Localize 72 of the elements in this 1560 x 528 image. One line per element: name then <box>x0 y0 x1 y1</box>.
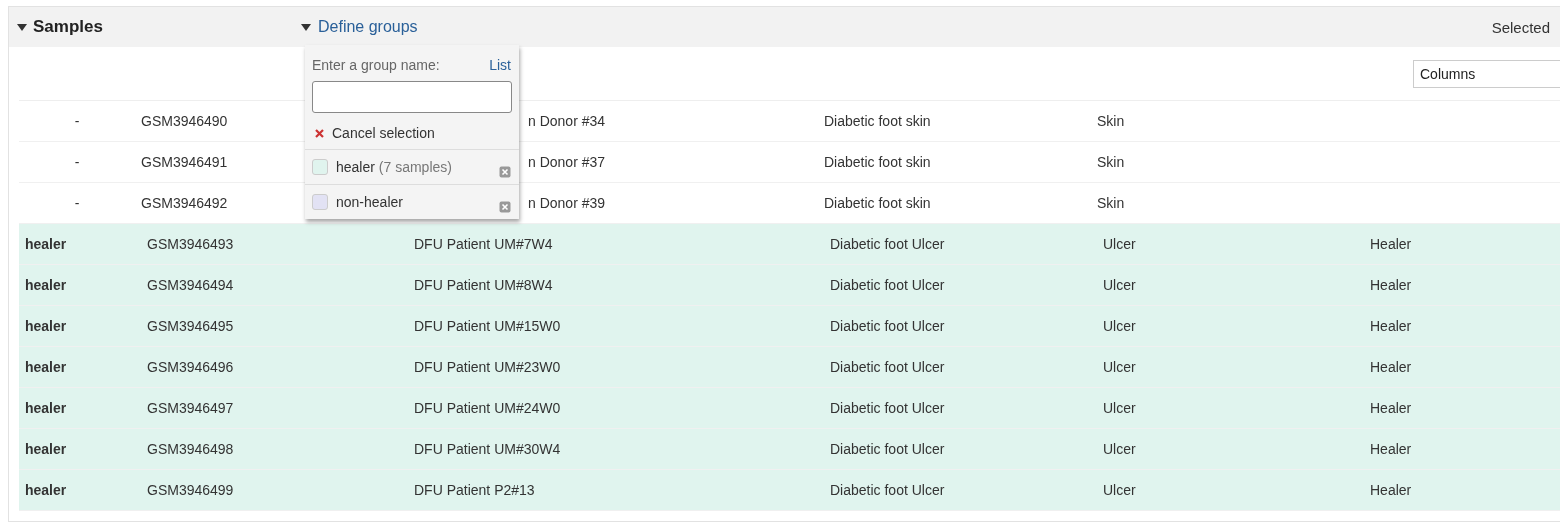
table-cell-text: - <box>73 113 81 129</box>
table-cell-text: Ulcer <box>1103 277 1137 293</box>
table-cell-text: Diabetic foot skin <box>824 195 932 211</box>
table-cell-text: - <box>73 154 81 170</box>
delete-icon[interactable] <box>499 166 511 178</box>
table-cell-text: Diabetic foot skin <box>824 113 932 129</box>
table-cell-text: Healer <box>1370 400 1413 416</box>
table-cell-text: healer <box>24 277 68 293</box>
table-cell-text: Ulcer <box>1103 318 1137 334</box>
table-cell-text: healer <box>24 482 68 498</box>
table-cell-text: Diabetic foot Ulcer <box>830 277 946 293</box>
selected-label: Selected <box>1491 18 1550 36</box>
close-icon <box>315 128 324 138</box>
table-cell-text: Diabetic foot Ulcer <box>830 482 946 498</box>
list-link[interactable]: List <box>489 57 511 73</box>
table-cell-text: Ulcer <box>1103 236 1137 252</box>
table-cell: DFU Patient UM#24W0 <box>414 400 561 416</box>
table-cell-text: healer <box>24 359 68 375</box>
table-cell: GSM3946498 <box>147 441 234 457</box>
cancel-selection-button[interactable]: Cancel selection <box>305 113 519 150</box>
group-item[interactable]: healer (7 samples) <box>305 150 519 185</box>
table-cell-text: Diabetic foot Ulcer <box>830 318 946 334</box>
table-cell: GSM3946494 <box>147 277 234 293</box>
table-cell-text: Healer <box>1370 359 1413 375</box>
table-cell: GSM3946497 <box>147 400 234 416</box>
table-cell: DFU Patient UM#7W4 <box>414 236 553 252</box>
table-cell: DFU Patient UM#30W4 <box>414 441 561 457</box>
columns-dropdown[interactable]: Columns <box>1413 59 1560 88</box>
table-cell: GSM3946496 <box>147 359 234 375</box>
table-cell-text: healer <box>24 236 68 252</box>
table-cell-text: Diabetic foot Ulcer <box>830 359 946 375</box>
table-cell-text: Healer <box>1370 482 1413 498</box>
group-item[interactable]: non-healer <box>305 185 519 219</box>
table-cell: GSM3946492 <box>141 195 228 211</box>
table-cell-text: Diabetic foot Ulcer <box>830 236 946 252</box>
table-cell-text: Healer <box>1370 318 1413 334</box>
table-cell: n Donor #34 <box>528 113 606 129</box>
table-cell-text: Skin <box>1097 113 1126 129</box>
table-cell-text: Diabetic foot skin <box>824 154 932 170</box>
table-cell-text: Ulcer <box>1103 400 1137 416</box>
group-label: healer (7 samples) <box>336 159 453 175</box>
table-cell-text: Healer <box>1370 441 1413 457</box>
table-cell-text: Skin <box>1097 195 1126 211</box>
group-label: non-healer <box>336 194 404 210</box>
define-groups-link[interactable]: Define groups <box>297 18 422 36</box>
table-cell: GSM3946493 <box>147 236 234 252</box>
table-cell-text: Healer <box>1370 277 1413 293</box>
group-name-field[interactable] <box>312 81 512 113</box>
group-name-prompt: Enter a group name: <box>312 57 440 73</box>
table-cell: DFU Patient UM#15W0 <box>414 318 561 334</box>
table-cell-text: healer <box>24 318 68 334</box>
table-cell-text: healer <box>24 400 68 416</box>
table-cell: GSM3946495 <box>147 318 234 334</box>
table-cell: n Donor #39 <box>528 195 606 211</box>
table-cell-text: Skin <box>1097 154 1126 170</box>
table-cell: DFU Patient UM#23W0 <box>414 359 561 375</box>
table-cell: GSM3946490 <box>141 113 228 129</box>
table-cell: GSM3946491 <box>141 154 228 170</box>
table-cell: DFU Patient P2#13 <box>414 482 535 498</box>
table-cell: DFU Patient UM#8W4 <box>414 277 553 293</box>
table-cell-text: Ulcer <box>1103 482 1137 498</box>
table-cell-text: Ulcer <box>1103 441 1137 457</box>
table-cell-text: Ulcer <box>1103 359 1137 375</box>
table-cell-text: - <box>73 195 81 211</box>
table-cell: n Donor #37 <box>528 154 606 170</box>
delete-icon[interactable] <box>499 201 511 213</box>
samples-toggle[interactable]: Samples <box>9 16 297 38</box>
table-cell: GSM3946499 <box>147 482 234 498</box>
table-cell-text: Diabetic foot Ulcer <box>830 400 946 416</box>
table-cell-text: healer <box>24 441 68 457</box>
table-cell-text: Diabetic foot Ulcer <box>830 441 946 457</box>
table-cell-text: Healer <box>1370 236 1413 252</box>
